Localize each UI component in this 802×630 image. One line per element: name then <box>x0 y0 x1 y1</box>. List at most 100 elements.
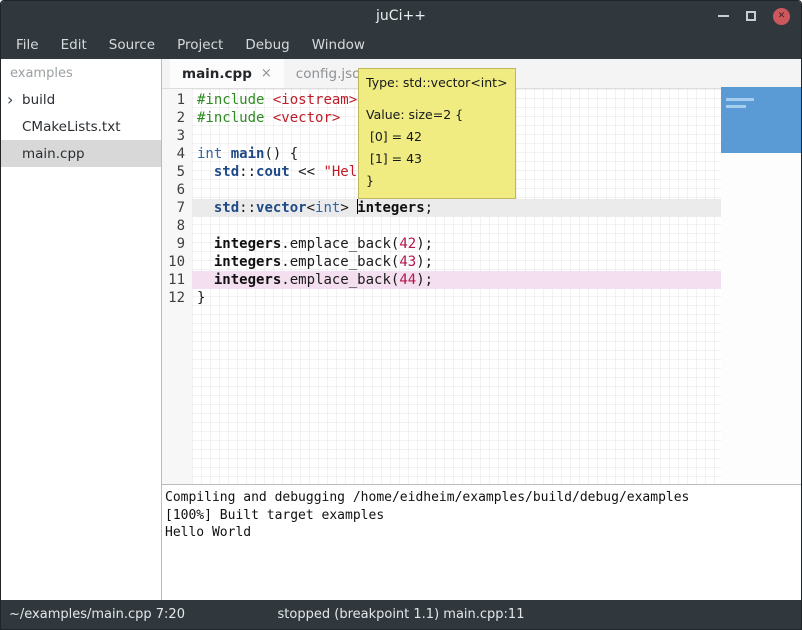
maximize-icon[interactable] <box>746 11 756 21</box>
overview-mark <box>726 98 754 101</box>
menu-bar: FileEditSourceProjectDebugWindow <box>1 31 801 59</box>
code-token: > <box>340 200 357 216</box>
code-token: emplace_back <box>290 272 391 288</box>
code-token: . <box>281 236 289 252</box>
output-terminal[interactable]: Compiling and debugging /home/eidheim/ex… <box>162 485 801 600</box>
line-number[interactable]: 4 <box>162 145 192 163</box>
file-name: main.cpp <box>22 146 85 162</box>
code-token: emplace_back <box>290 254 391 270</box>
code-token: <iostream> <box>273 92 357 108</box>
code-line-7[interactable]: std::vector<int> integers; <box>192 199 721 217</box>
menu-project[interactable]: Project <box>166 33 234 57</box>
tooltip-line <box>366 92 508 104</box>
code-token <box>197 200 214 216</box>
line-number[interactable]: 8 <box>162 217 192 235</box>
code-token: ; <box>425 200 433 216</box>
tab-main-cpp[interactable]: main.cpp × <box>170 59 284 88</box>
code-token: . <box>281 272 289 288</box>
minimize-icon[interactable] <box>718 15 729 17</box>
line-number[interactable]: 10 <box>162 253 192 271</box>
code-token: integers <box>214 254 281 270</box>
output-line: Hello World <box>165 524 799 542</box>
code-token <box>197 164 214 180</box>
line-number[interactable]: 2 <box>162 109 192 127</box>
status-bar: stopped (breakpoint 1.1) main.cpp:11 ~/e… <box>1 600 801 629</box>
code-token: () { <box>264 146 298 162</box>
code-token <box>264 110 272 126</box>
code-line-9[interactable]: integers.emplace_back(42); <box>192 235 721 253</box>
code-token: vector <box>256 200 307 216</box>
overview-mark <box>726 105 746 108</box>
code-token: } <box>197 290 205 306</box>
scrollbar-track[interactable] <box>721 89 801 484</box>
code-token: std <box>214 164 239 180</box>
file-tree-item-build[interactable]: ›build <box>1 86 161 113</box>
menu-debug[interactable]: Debug <box>234 33 300 57</box>
code-token: integers <box>214 272 281 288</box>
code-token: << <box>290 164 324 180</box>
file-tree-item-main-cpp[interactable]: main.cpp <box>1 140 161 167</box>
code-token: :: <box>239 200 256 216</box>
code-token <box>197 254 214 270</box>
code-token: 44 <box>399 272 416 288</box>
chevron-right-icon[interactable]: › <box>7 92 22 108</box>
tooltip-line: Type: std::vector<int> <box>366 73 508 92</box>
code-line-10[interactable]: integers.emplace_back(43); <box>192 253 721 271</box>
line-number[interactable]: 11 <box>162 271 192 289</box>
line-number[interactable]: 6 <box>162 181 192 199</box>
file-explorer: examples ›buildCMakeLists.txtmain.cpp <box>1 59 161 600</box>
app-window: juCi++ ✕ FileEditSourceProjectDebugWindo… <box>0 0 802 630</box>
menu-window[interactable]: Window <box>301 33 376 57</box>
code-token: int <box>315 200 340 216</box>
code-token: integers <box>357 200 424 216</box>
line-number[interactable]: 5 <box>162 163 192 181</box>
output-line: Compiling and debugging /home/eidheim/ex… <box>165 489 799 507</box>
close-tab-icon[interactable]: × <box>261 66 272 81</box>
tab-label: main.cpp <box>182 66 252 82</box>
code-token: int <box>197 146 222 162</box>
title-bar: juCi++ ✕ <box>1 1 801 31</box>
line-number[interactable]: 9 <box>162 235 192 253</box>
code-token <box>264 92 272 108</box>
line-number[interactable]: 12 <box>162 289 192 307</box>
code-token: ); <box>416 272 433 288</box>
menu-file[interactable]: File <box>5 33 50 57</box>
code-line-12[interactable]: } <box>192 289 721 307</box>
code-token: #include <box>197 92 264 108</box>
code-token <box>197 272 214 288</box>
file-path-status: ~/examples/main.cpp 7:20 <box>1 607 185 622</box>
menu-edit[interactable]: Edit <box>50 33 98 57</box>
code-token: :: <box>239 164 256 180</box>
code-token: main <box>231 146 265 162</box>
code-token: emplace_back <box>290 236 391 252</box>
debug-tooltip: Type: std::vector<int>Value: size=2 { [0… <box>358 68 516 199</box>
code-token: . <box>281 254 289 270</box>
line-number[interactable]: 3 <box>162 127 192 145</box>
window-controls: ✕ <box>718 1 790 31</box>
line-number[interactable]: 1 <box>162 91 192 109</box>
code-token: <vector> <box>273 110 340 126</box>
tooltip-line: [1] = 43 <box>366 148 508 170</box>
code-line-8[interactable] <box>192 217 721 235</box>
code-token <box>222 146 230 162</box>
output-line: [100%] Built target examples <box>165 507 799 525</box>
scrollbar-thumb[interactable] <box>721 87 801 153</box>
code-line-11[interactable]: integers.emplace_back(44); <box>192 271 721 289</box>
code-token: integers <box>214 236 281 252</box>
code-token: cout <box>256 164 290 180</box>
code-token: ); <box>416 236 433 252</box>
code-token: 42 <box>399 236 416 252</box>
code-token: < <box>307 200 315 216</box>
line-number[interactable]: 7 <box>162 199 192 217</box>
code-token: 43 <box>399 254 416 270</box>
file-name: build <box>22 92 55 108</box>
file-tree-item-cmakelists-txt[interactable]: CMakeLists.txt <box>1 113 161 140</box>
code-token: #include <box>197 110 264 126</box>
line-number-gutter: 123456789101112 <box>162 89 192 484</box>
window-title: juCi++ <box>376 8 426 24</box>
close-icon[interactable]: ✕ <box>773 8 790 25</box>
code-token: "Hel <box>323 164 357 180</box>
menu-source[interactable]: Source <box>98 33 166 57</box>
code-token: std <box>214 200 239 216</box>
file-explorer-header: examples <box>1 59 161 86</box>
